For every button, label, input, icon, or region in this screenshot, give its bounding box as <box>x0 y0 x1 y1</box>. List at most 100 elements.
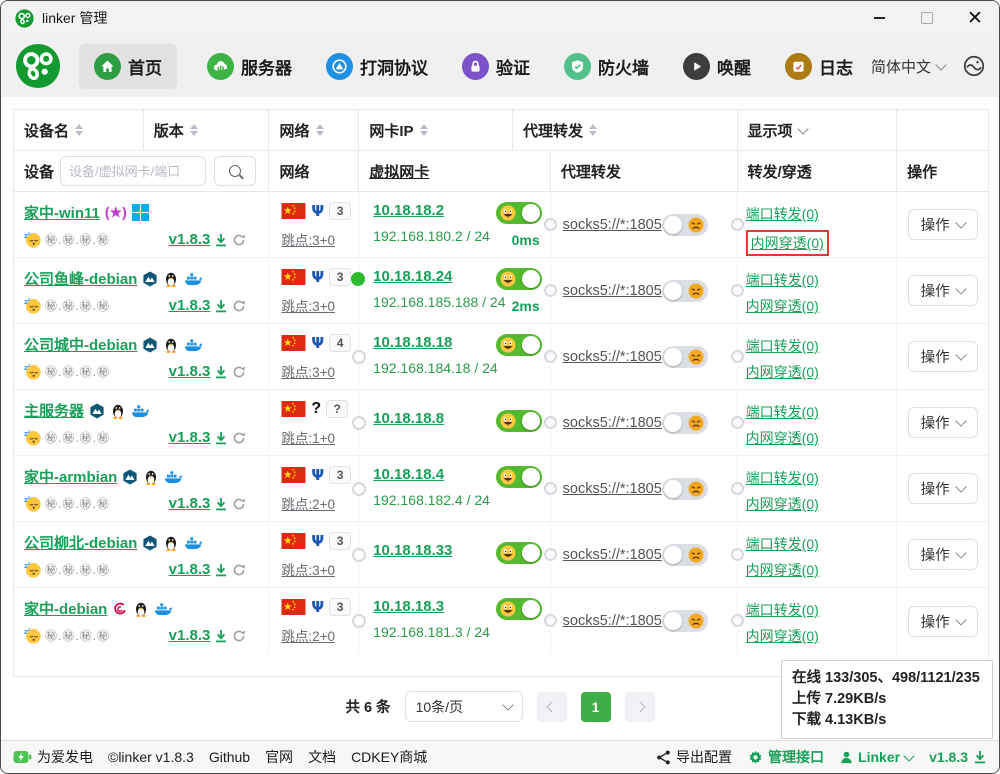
filter-vnic-link[interactable]: 虚拟网卡 <box>359 151 551 191</box>
proxy-toggle[interactable] <box>662 280 708 302</box>
minimize-button[interactable] <box>855 1 903 35</box>
download-icon[interactable] <box>214 497 228 511</box>
actions-dropdown[interactable]: 操作 <box>908 606 978 637</box>
proxy-link[interactable]: socks5://*:1805 <box>563 481 662 497</box>
vnic-ip-link[interactable]: 10.18.18.33 <box>373 542 452 559</box>
tab-verify[interactable]: 验证 <box>462 53 530 80</box>
tab-firewall[interactable]: 防火墙 <box>564 53 649 80</box>
actions-dropdown[interactable]: 操作 <box>908 209 978 240</box>
vnic-ip-link[interactable]: 10.18.18.24 <box>373 268 452 285</box>
port-forward-link[interactable]: 端口转发(0) <box>746 536 819 552</box>
tab-servers[interactable]: 服务器 <box>207 53 292 80</box>
version-link[interactable]: v1.8.3 <box>169 297 211 314</box>
maximize-button[interactable] <box>903 1 951 35</box>
proxy-toggle[interactable] <box>662 544 708 566</box>
port-forward-link[interactable]: 端口转发(0) <box>746 602 819 618</box>
proxy-toggle[interactable] <box>662 214 708 236</box>
tab-logs[interactable]: 日志 <box>785 53 853 80</box>
hops-link[interactable]: 跳点:1+0 <box>281 427 335 447</box>
version-link[interactable]: v1.8.3 <box>169 231 211 248</box>
device-name-link[interactable]: 家中-debian <box>24 598 107 619</box>
download-icon[interactable] <box>214 563 228 577</box>
account-menu[interactable]: Linker <box>840 749 913 765</box>
download-icon[interactable] <box>214 431 228 445</box>
vnic-toggle[interactable] <box>496 410 542 432</box>
proxy-link[interactable]: socks5://*:1805 <box>563 547 662 563</box>
app-logo-icon-large[interactable] <box>15 43 61 89</box>
theme-icon[interactable] <box>963 55 985 77</box>
sort-icon[interactable] <box>75 124 83 136</box>
tab-home[interactable]: 首页 <box>79 44 177 89</box>
admin-api-button[interactable]: 管理接口 <box>748 747 824 767</box>
port-forward-link[interactable]: 端口转发(0) <box>746 470 819 486</box>
search-input[interactable] <box>60 156 206 186</box>
refresh-icon[interactable] <box>232 629 246 643</box>
docs-link[interactable]: 文档 <box>308 747 336 767</box>
device-name-link[interactable]: 主服务器 <box>24 400 84 421</box>
download-icon[interactable] <box>214 233 228 247</box>
refresh-icon[interactable] <box>232 233 246 247</box>
sort-icon[interactable] <box>420 124 428 136</box>
vnic-toggle[interactable] <box>496 542 542 564</box>
language-select[interactable]: 简体中文 <box>871 56 945 77</box>
version-link[interactable]: v1.8.3 <box>169 627 211 644</box>
actions-dropdown[interactable]: 操作 <box>908 539 978 570</box>
proxy-link[interactable]: socks5://*:1805 <box>563 613 662 629</box>
current-page-button[interactable]: 1 <box>581 692 611 722</box>
device-name-link[interactable]: 家中-win11 <box>24 202 100 223</box>
tab-wake[interactable]: 唤醒 <box>683 53 751 80</box>
actions-dropdown[interactable]: 操作 <box>908 275 978 306</box>
vnic-toggle[interactable] <box>496 268 542 290</box>
tunnel-link[interactable]: 内网穿透(0) <box>746 628 819 644</box>
refresh-icon[interactable] <box>232 497 246 511</box>
port-forward-link[interactable]: 端口转发(0) <box>746 404 819 420</box>
sort-header-nic-ip[interactable]: 网卡IP <box>359 110 513 150</box>
vnic-ip-link[interactable]: 10.18.18.2 <box>373 202 444 219</box>
version-link[interactable]: v1.8.3 <box>169 363 211 380</box>
proxy-link[interactable]: socks5://*:1805 <box>563 217 662 233</box>
port-forward-link[interactable]: 端口转发(0) <box>746 206 819 222</box>
refresh-icon[interactable] <box>232 563 246 577</box>
app-version-update[interactable]: v1.8.3 <box>929 749 987 765</box>
vnic-toggle[interactable] <box>496 466 542 488</box>
next-page-button[interactable] <box>625 692 655 722</box>
sort-header-version[interactable]: 版本 <box>144 110 270 150</box>
hops-link[interactable]: 跳点:3+0 <box>281 361 335 381</box>
vnic-ip-link[interactable]: 10.18.18.4 <box>373 466 444 483</box>
hops-link[interactable]: 跳点:3+0 <box>281 295 335 315</box>
proxy-toggle[interactable] <box>662 478 708 500</box>
sort-header-proxy[interactable]: 代理转发 <box>513 110 738 150</box>
page-size-select[interactable]: 10条/页 <box>405 691 523 722</box>
device-name-link[interactable]: 公司柳北-debian <box>24 532 137 553</box>
port-forward-link[interactable]: 端口转发(0) <box>746 272 819 288</box>
tunnel-link[interactable]: 内网穿透(0) <box>746 496 819 512</box>
refresh-icon[interactable] <box>232 431 246 445</box>
hops-link[interactable]: 跳点:2+0 <box>281 493 335 513</box>
vnic-toggle[interactable] <box>496 334 542 356</box>
tunnel-link[interactable]: 内网穿透(0) <box>746 364 819 380</box>
tunnel-link[interactable]: 内网穿透(0) <box>746 430 819 446</box>
proxy-toggle[interactable] <box>662 610 708 632</box>
device-name-link[interactable]: 公司城中-debian <box>24 334 137 355</box>
donate-item[interactable]: 为爱发电 <box>13 747 93 767</box>
cdkey-store-link[interactable]: CDKEY商城 <box>351 747 427 767</box>
download-icon[interactable] <box>214 629 228 643</box>
port-forward-link[interactable]: 端口转发(0) <box>746 338 819 354</box>
hops-link[interactable]: 跳点:3+0 <box>281 559 335 579</box>
tab-punch-protocol[interactable]: 打洞协议 <box>326 53 428 80</box>
download-icon[interactable] <box>214 365 228 379</box>
sort-icon[interactable] <box>190 124 198 136</box>
refresh-icon[interactable] <box>232 299 246 313</box>
proxy-toggle[interactable] <box>662 412 708 434</box>
tunnel-link[interactable]: 内网穿透(0) <box>746 562 819 578</box>
vnic-ip-link[interactable]: 10.18.18.3 <box>373 598 444 615</box>
export-config-button[interactable]: 导出配置 <box>656 747 732 767</box>
download-icon[interactable] <box>214 299 228 313</box>
vnic-toggle[interactable] <box>496 202 542 224</box>
close-button[interactable]: ✕ <box>951 1 999 35</box>
actions-dropdown[interactable]: 操作 <box>908 473 978 504</box>
hops-link[interactable]: 跳点:2+0 <box>281 625 335 645</box>
sort-icon[interactable] <box>316 124 324 136</box>
official-site-link[interactable]: 官网 <box>265 747 293 767</box>
github-link[interactable]: Github <box>209 749 250 765</box>
